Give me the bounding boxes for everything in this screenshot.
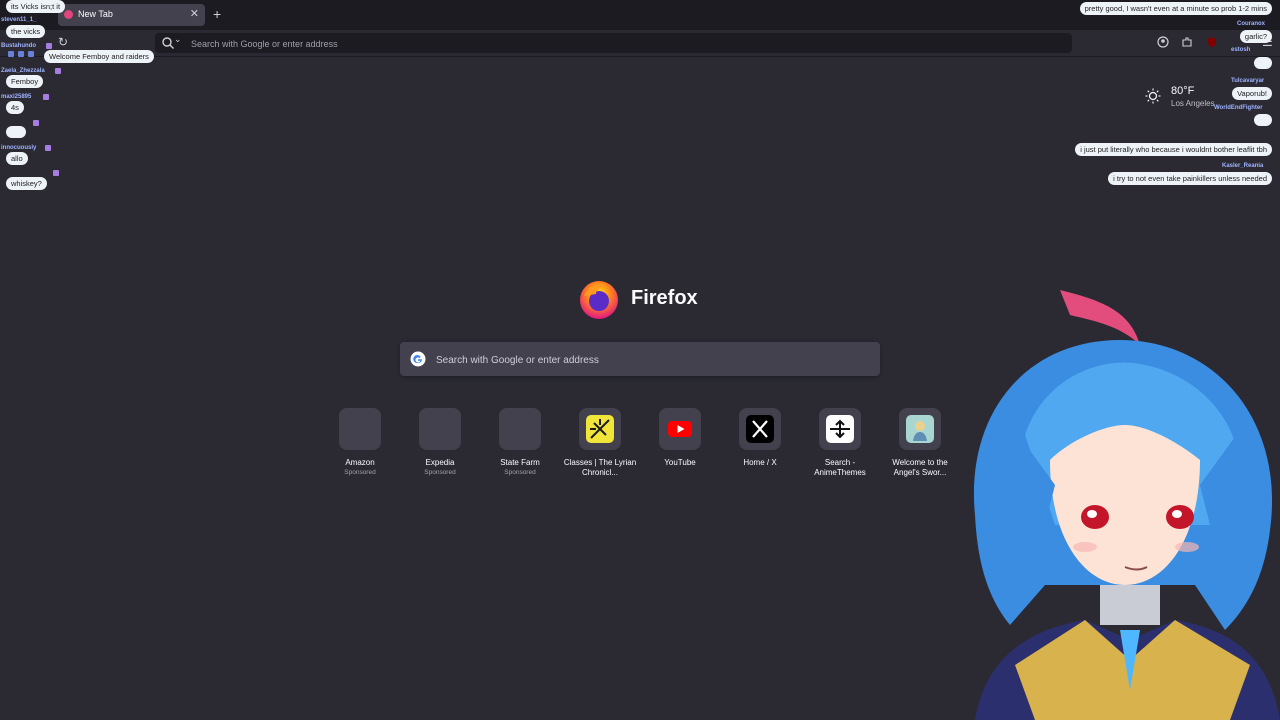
shortcut-amazon[interactable]: Amazon Sponsored: [320, 408, 400, 483]
extensions-icon[interactable]: [1181, 36, 1193, 48]
navigation-bar: ↻ ⌄ ☰: [0, 30, 1280, 57]
chat-message: i just put literally who because i would…: [1075, 143, 1272, 156]
chat-username: WorldEndFighter: [1214, 105, 1263, 111]
shortcut-tile[interactable]: [819, 408, 861, 450]
chat-message: Femboy: [6, 75, 44, 88]
chat-username: Zaela_Zhezzala: [1, 68, 45, 74]
chat-message: Vaporub!: [1232, 87, 1272, 100]
shortcut-tile[interactable]: [419, 408, 461, 450]
firefox-wordmark: Firefox: [631, 287, 698, 309]
chat-badge-icon: [43, 94, 49, 100]
emote-icon: [8, 51, 14, 57]
youtube-icon: [668, 421, 692, 437]
chat-message: whiskey?: [6, 177, 47, 190]
emote-icon: [18, 51, 24, 57]
shortcut-angels-sword[interactable]: Welcome to the Angel's Swor...: [880, 408, 960, 483]
shortcut-tile[interactable]: [739, 408, 781, 450]
tab-new-tab[interactable]: New Tab ✕: [58, 4, 205, 26]
emote-icon: [1254, 114, 1272, 126]
chat-message: pretty good, I wasn't even at a minute s…: [1079, 2, 1272, 15]
firefox-favicon-icon: [64, 10, 73, 19]
shortcut-tile[interactable]: [659, 408, 701, 450]
animethemes-icon: [826, 415, 854, 443]
shortcut-label: YouTube: [664, 458, 696, 467]
shortcut-tile[interactable]: [499, 408, 541, 450]
shortcut-tile[interactable]: [339, 408, 381, 450]
address-input[interactable]: [189, 33, 1053, 55]
weather-temperature: 80°F: [1171, 85, 1195, 97]
shortcut-state-farm[interactable]: State Farm Sponsored: [480, 408, 560, 483]
ublock-icon[interactable]: [1206, 36, 1218, 48]
shortcut-tile[interactable]: [579, 408, 621, 450]
shortcut-youtube[interactable]: YouTube: [640, 408, 720, 483]
chat-message: garlic?: [1239, 30, 1272, 43]
chat-username: estosh: [1231, 47, 1251, 53]
chat-message: the vicks: [6, 25, 46, 38]
account-icon[interactable]: [1157, 36, 1169, 48]
chat-username: Bustahundo: [1, 43, 36, 49]
chat-username: Kasler_Reania: [1222, 163, 1264, 169]
shortcut-label: Home / X: [743, 458, 777, 467]
chat-message: Welcome Femboy and raiders: [44, 50, 154, 63]
shortcut-animethemes[interactable]: Search - AnimeThemes: [800, 408, 880, 483]
chat-badge-icon: [53, 170, 59, 176]
vtuber-avatar: [973, 290, 1280, 720]
chat-message: 4s: [6, 101, 24, 114]
close-icon[interactable]: ✕: [190, 7, 199, 20]
chat-message: i try to not even take painkillers unles…: [1108, 172, 1272, 185]
sponsored-label: Sponsored: [424, 469, 456, 476]
chat-message: its Vicks isn;t it: [6, 0, 66, 13]
shortcut-label: State Farm: [500, 458, 540, 467]
chat-username: innocuously: [1, 145, 37, 151]
x-logo-icon: [746, 415, 774, 443]
shortcut-lyrian-chronicles[interactable]: Classes | The Lyrian Chronicl...: [560, 408, 640, 483]
newtab-search-input[interactable]: [434, 342, 868, 378]
shortcut-label: Search - AnimeThemes: [814, 458, 866, 477]
google-icon: [410, 351, 426, 367]
emote-icon: [1254, 57, 1272, 69]
angels-sword-icon: [906, 415, 934, 443]
shortcut-x[interactable]: Home / X: [720, 408, 800, 483]
chevron-down-icon[interactable]: ⌄: [174, 34, 182, 45]
chat-badge-icon: [55, 68, 61, 74]
tab-title: New Tab: [78, 9, 113, 19]
shortcut-label: Classes | The Lyrian Chronicl...: [563, 458, 637, 477]
search-icon[interactable]: [161, 36, 175, 50]
shortcut-tile[interactable]: [899, 408, 941, 450]
sponsored-label: Sponsored: [504, 469, 536, 476]
chat-username: steven11_1_: [1, 17, 37, 23]
chat-badge-icon: [33, 120, 39, 126]
reload-icon[interactable]: ↻: [58, 35, 68, 49]
shortcut-expedia[interactable]: Expedia Sponsored: [400, 408, 480, 483]
weather-city: Los Angeles: [1171, 99, 1215, 108]
address-bar[interactable]: ⌄: [155, 33, 1072, 55]
shortcut-label: Amazon: [345, 458, 375, 467]
chat-badge-icon: [46, 43, 52, 49]
shortcut-label: Expedia: [425, 458, 455, 467]
new-tab-plus-icon[interactable]: +: [213, 6, 221, 22]
chat-badge-icon: [45, 145, 51, 151]
sponsored-label: Sponsored: [344, 469, 376, 476]
shortcut-label: Welcome to the Angel's Swor...: [892, 458, 948, 477]
emote-icon: [28, 51, 34, 57]
firefox-logo: Firefox: [578, 278, 718, 322]
emote-icon: [6, 126, 26, 138]
chat-username: Couranox: [1237, 21, 1266, 27]
chat-username: maxi25895: [1, 94, 32, 100]
newtab-search-box[interactable]: [400, 342, 880, 378]
lyrian-chronicles-icon: [586, 415, 614, 443]
chat-message: allo: [6, 152, 28, 165]
partly-sunny-icon: [1145, 88, 1161, 104]
chat-username: Tulcavaryar: [1231, 78, 1265, 84]
firefox-logo-icon: [580, 281, 618, 319]
